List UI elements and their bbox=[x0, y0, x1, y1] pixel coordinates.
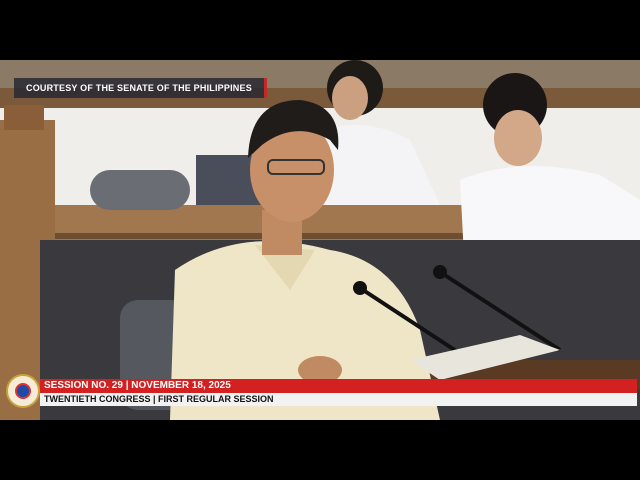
microphone-left-head bbox=[353, 281, 367, 295]
video-frame: COURTESY OF THE SENATE OF THE PHILIPPINE… bbox=[0, 60, 640, 420]
congress-info: TWENTIETH CONGRESS | FIRST REGULAR SESSI… bbox=[40, 393, 637, 406]
wood-post-cap bbox=[4, 105, 44, 130]
microphone-right-head bbox=[433, 265, 447, 279]
session-scene bbox=[0, 60, 640, 420]
lower-third-banner: SESSION NO. 29 | NOVEMBER 18, 2025 TWENT… bbox=[0, 374, 640, 410]
person-woman-face bbox=[332, 76, 368, 120]
person-man-face bbox=[494, 110, 542, 166]
chair-back bbox=[90, 170, 190, 210]
session-info: SESSION NO. 29 | NOVEMBER 18, 2025 bbox=[40, 379, 637, 393]
seal-emblem bbox=[15, 383, 31, 399]
senate-seal-icon bbox=[6, 374, 40, 408]
courtesy-caption: COURTESY OF THE SENATE OF THE PHILIPPINE… bbox=[14, 78, 267, 98]
